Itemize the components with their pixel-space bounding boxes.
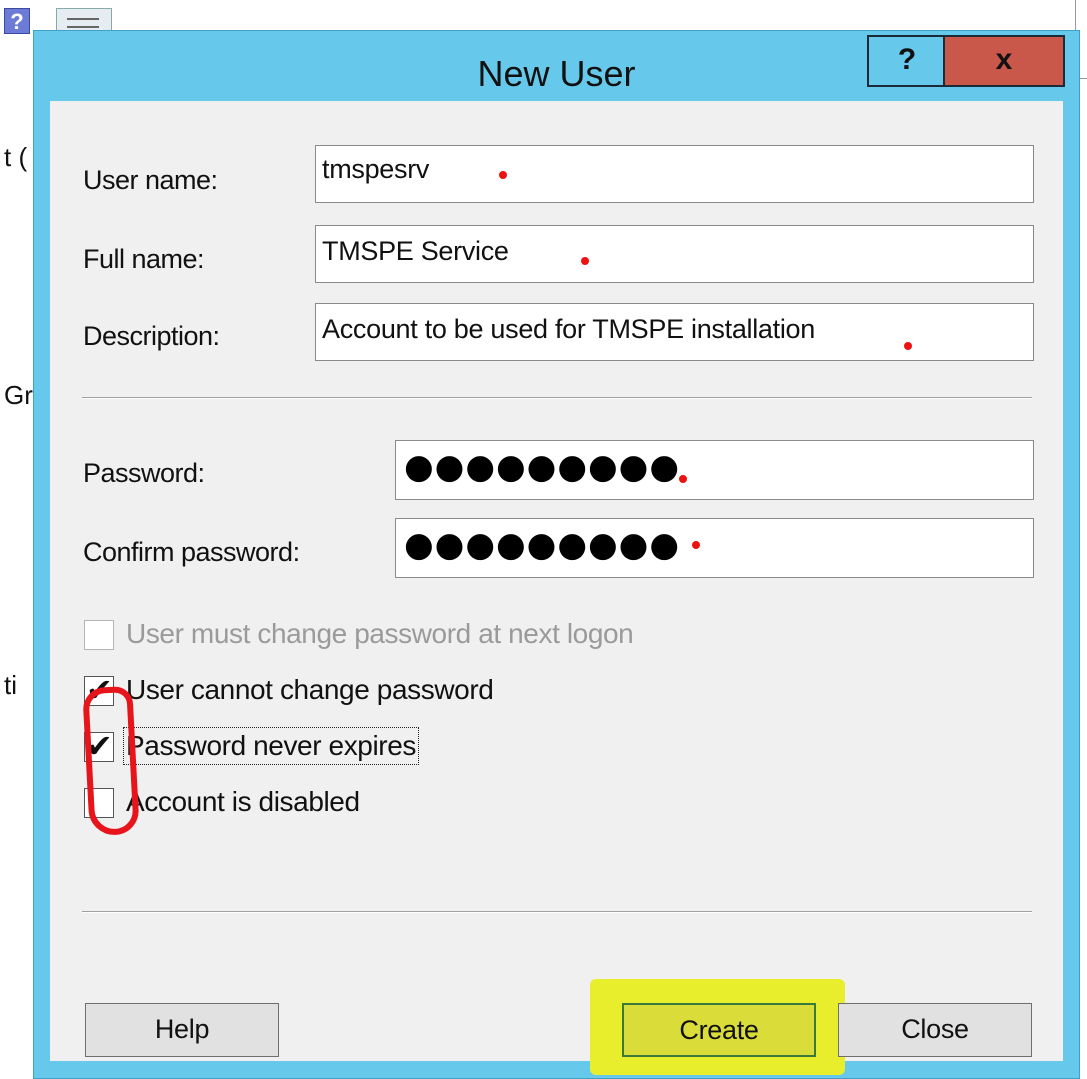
checkbox-label: User cannot change password — [126, 674, 494, 705]
password-value: ●●●●●●●●● — [404, 447, 681, 487]
title-close-button[interactable]: x — [943, 35, 1065, 87]
question-icon: ? — [897, 43, 917, 76]
full-name-input[interactable]: TMSPE Service — [315, 225, 1034, 283]
password-input[interactable]: ●●●●●●●●● — [395, 440, 1034, 500]
required-marker — [581, 257, 589, 265]
description-input[interactable]: Account to be used for TMSPE installatio… — [315, 303, 1034, 361]
circle-annotation — [82, 685, 140, 837]
user-name-label: User name: — [83, 165, 218, 195]
checkbox-cannot-change-password[interactable]: ✔ User cannot change password — [84, 671, 604, 710]
description-value: Account to be used for TMSPE installatio… — [322, 314, 815, 344]
password-label: Password: — [83, 458, 205, 488]
required-marker — [679, 475, 687, 483]
close-icon: x — [995, 43, 1013, 76]
background-help-icon[interactable]: ? — [4, 8, 30, 34]
checkbox-password-never-expires[interactable]: ✔ Password never expires — [84, 727, 504, 766]
close-button[interactable]: Close — [838, 1003, 1032, 1057]
background-text-fragment: Gr — [4, 380, 33, 410]
full-name-value: TMSPE Service — [322, 236, 509, 266]
checkbox-label: Account is disabled — [126, 786, 360, 817]
checkbox-must-change-password[interactable]: User must change password at next logon — [84, 618, 724, 654]
full-name-label: Full name: — [83, 244, 205, 274]
required-marker — [692, 541, 700, 549]
description-label: Description: — [83, 321, 220, 351]
background-text-fragment: ti — [4, 670, 17, 700]
user-name-input[interactable]: tmspesrv — [315, 145, 1034, 203]
checkbox-box[interactable] — [84, 620, 114, 650]
user-name-value: tmspesrv — [322, 154, 430, 184]
new-user-dialog: New User ? x User name: tmspesrv Full na… — [33, 30, 1080, 1079]
create-button[interactable]: Create — [622, 1003, 816, 1057]
confirm-password-value: ●●●●●●●●● — [404, 525, 681, 565]
checkbox-label: Password never expires — [123, 727, 419, 765]
buttons-divider — [82, 911, 1032, 913]
title-help-button[interactable]: ? — [867, 35, 945, 87]
required-marker — [499, 171, 507, 179]
dialog-client-area: User name: tmspesrv Full name: TMSPE Ser… — [50, 101, 1063, 1075]
section-divider — [82, 397, 1032, 399]
confirm-password-label: Confirm password: — [83, 537, 300, 567]
required-marker — [904, 342, 912, 350]
confirm-password-input[interactable]: ●●●●●●●●● — [395, 518, 1034, 578]
checkbox-label: User must change password at next logon — [126, 618, 634, 649]
help-button[interactable]: Help — [85, 1003, 279, 1057]
background-text-fragment: t ( — [4, 142, 28, 172]
